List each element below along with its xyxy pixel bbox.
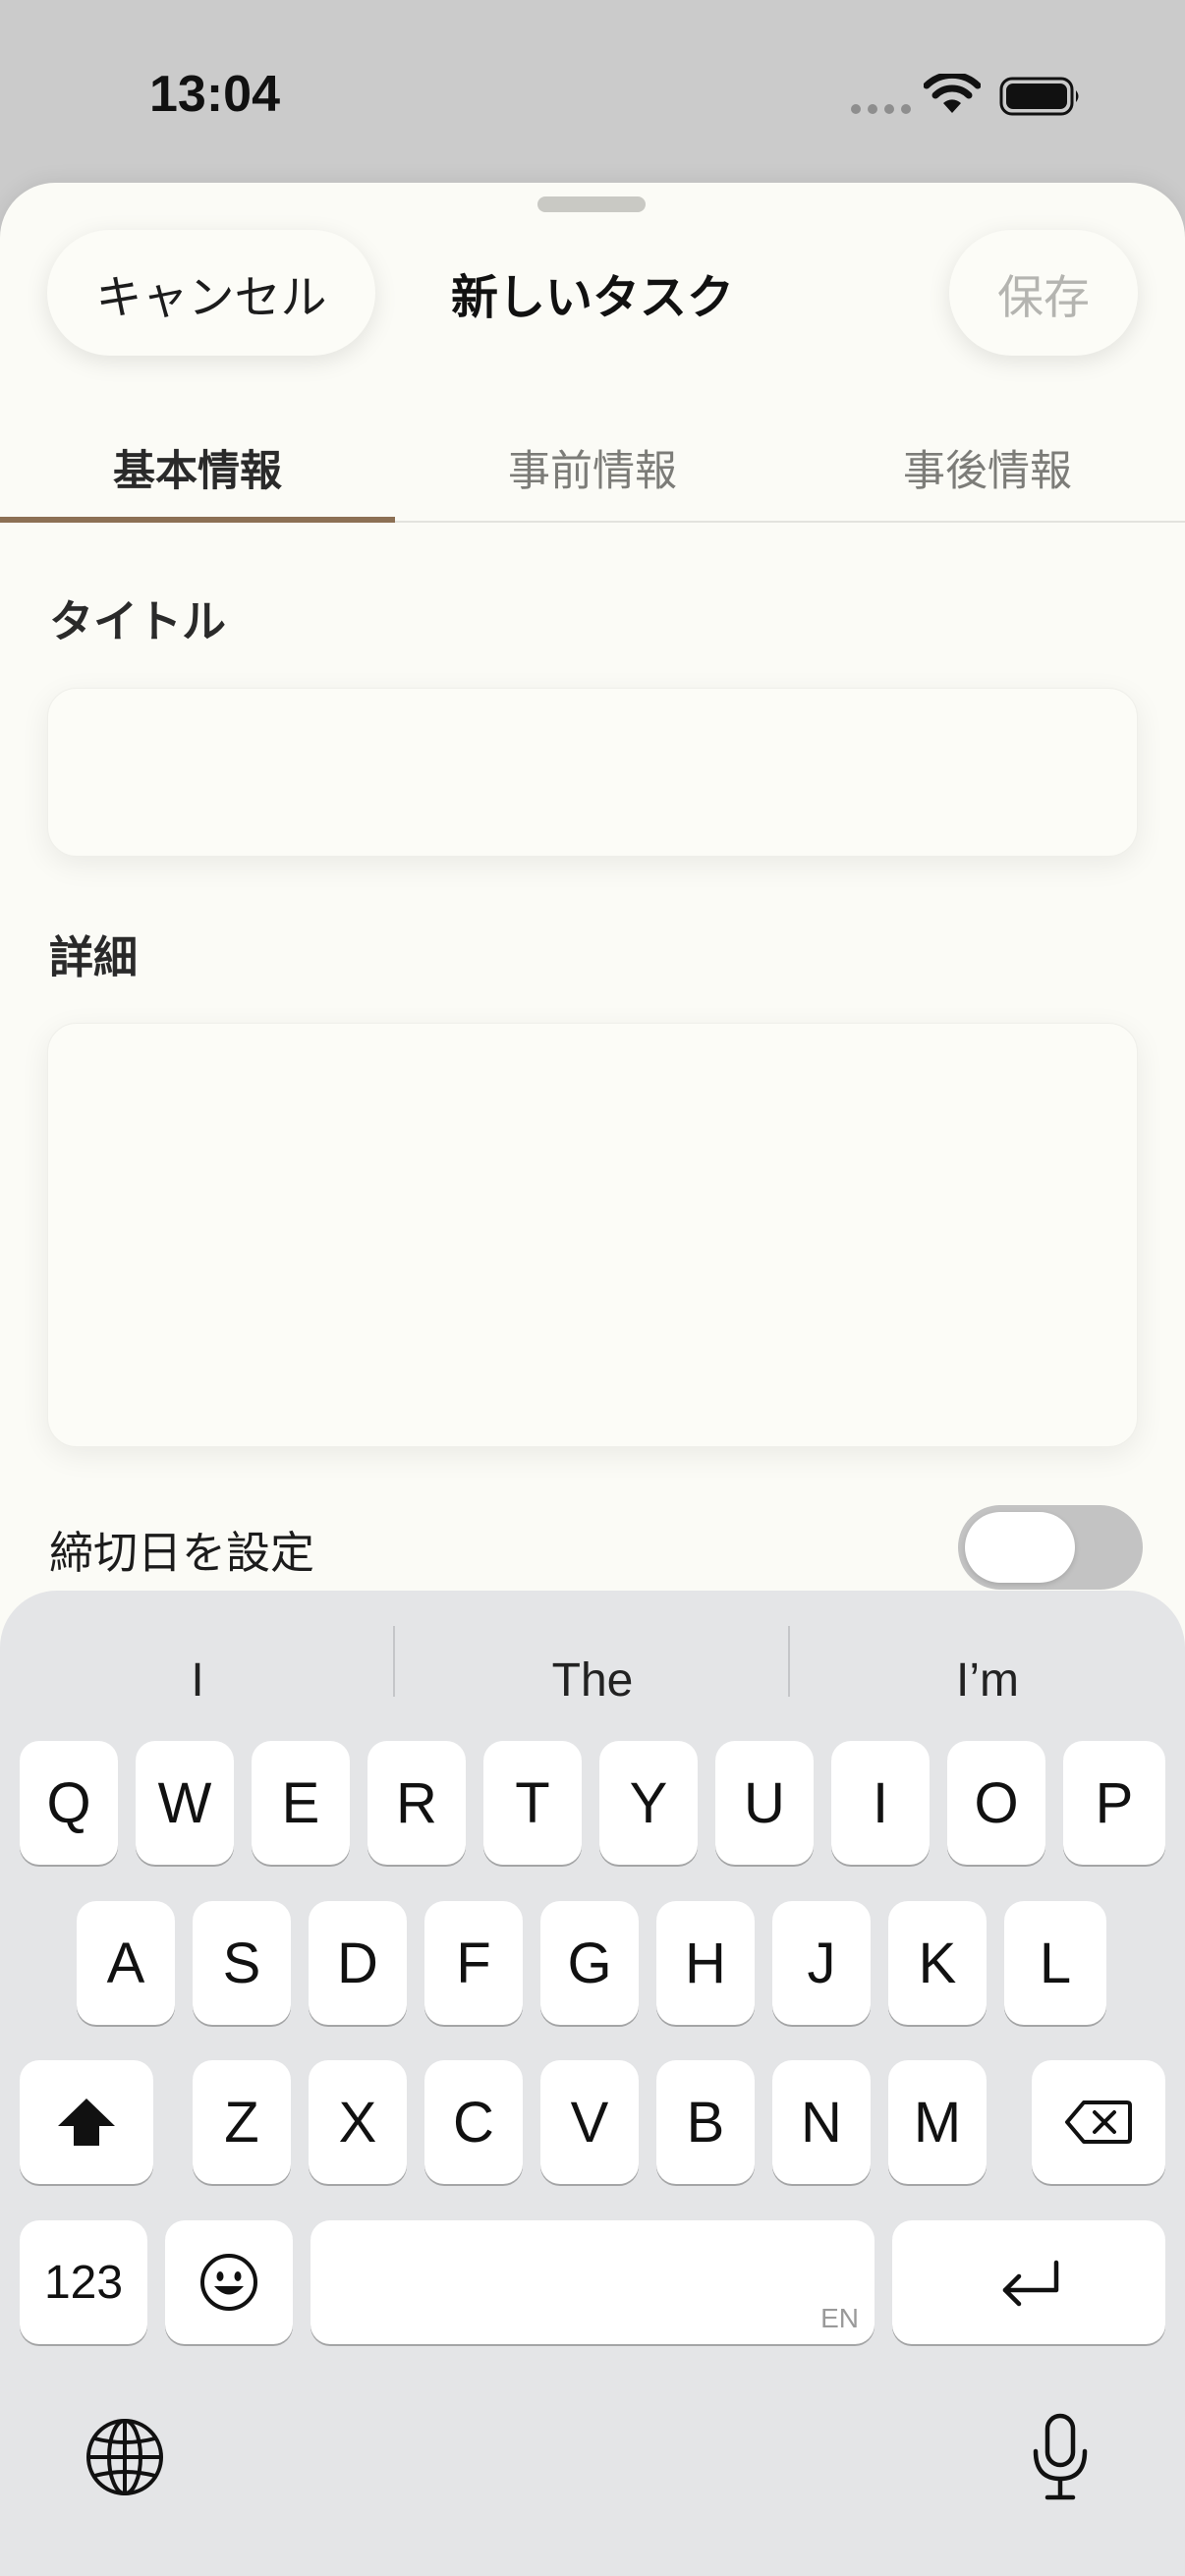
deadline-label: 締切日を設定	[49, 1527, 315, 1579]
numbers-key[interactable]: 123	[20, 2220, 147, 2344]
cellular-dots-icon	[851, 104, 911, 114]
key-h[interactable]: H	[656, 1901, 755, 2025]
status-time: 13:04	[149, 66, 280, 123]
backspace-icon	[1065, 2100, 1132, 2144]
detail-label: 詳細	[49, 931, 139, 983]
key-c[interactable]: C	[424, 2060, 523, 2184]
key-j[interactable]: J	[772, 1901, 871, 2025]
key-e[interactable]: E	[252, 1741, 350, 1865]
key-v[interactable]: V	[540, 2060, 639, 2184]
key-d[interactable]: D	[309, 1901, 407, 2025]
space-key[interactable]: EN	[310, 2220, 875, 2344]
key-k[interactable]: K	[888, 1901, 987, 2025]
backspace-key[interactable]	[1032, 2060, 1165, 2184]
key-t[interactable]: T	[483, 1741, 582, 1865]
return-key[interactable]	[892, 2220, 1165, 2344]
tab-pre-info[interactable]: 事前情報	[395, 415, 790, 521]
shift-icon	[58, 2099, 115, 2146]
wifi-icon	[924, 74, 981, 113]
toggle-knob	[965, 1512, 1075, 1583]
key-a[interactable]: A	[77, 1901, 175, 2025]
shift-key[interactable]	[20, 2060, 153, 2184]
tab-bar: 基本情報 事前情報 事後情報	[0, 415, 1185, 523]
key-m[interactable]: M	[888, 2060, 987, 2184]
sheet-grabber[interactable]	[537, 196, 646, 212]
detail-textarea[interactable]	[47, 1023, 1138, 1447]
suggestion-3[interactable]: I’m	[790, 1626, 1185, 1734]
key-o[interactable]: O	[947, 1741, 1045, 1865]
cancel-button[interactable]: キャンセル	[47, 230, 375, 356]
key-f[interactable]: F	[424, 1901, 523, 2025]
globe-icon[interactable]	[85, 2417, 165, 2497]
key-w[interactable]: W	[136, 1741, 234, 1865]
battery-icon	[999, 77, 1079, 116]
key-n[interactable]: N	[772, 2060, 871, 2184]
tab-indicator	[0, 517, 395, 523]
key-p[interactable]: P	[1063, 1741, 1165, 1865]
key-x[interactable]: X	[309, 2060, 407, 2184]
key-u[interactable]: U	[715, 1741, 814, 1865]
key-b[interactable]: B	[656, 2060, 755, 2184]
key-l[interactable]: L	[1004, 1901, 1106, 2025]
microphone-icon[interactable]	[1028, 2412, 1093, 2502]
suggestion-2[interactable]: The	[395, 1626, 790, 1734]
sheet-title: 新しいタスク	[450, 270, 734, 325]
return-icon	[1002, 2260, 1059, 2307]
emoji-icon	[200, 2254, 257, 2311]
space-language-indicator: EN	[820, 2303, 859, 2333]
emoji-key[interactable]	[165, 2220, 293, 2344]
suggestion-1[interactable]: I	[0, 1626, 395, 1734]
key-s[interactable]: S	[193, 1901, 291, 2025]
key-q[interactable]: Q	[20, 1741, 118, 1865]
key-i[interactable]: I	[831, 1741, 930, 1865]
tab-basic-info[interactable]: 基本情報	[0, 415, 395, 521]
status-bar: 13:04	[0, 0, 1185, 187]
title-input[interactable]	[47, 688, 1138, 857]
save-button[interactable]: 保存	[949, 230, 1138, 356]
title-label: タイトル	[49, 595, 227, 647]
key-y[interactable]: Y	[599, 1741, 698, 1865]
key-r[interactable]: R	[367, 1741, 466, 1865]
tab-post-info[interactable]: 事後情報	[790, 415, 1185, 521]
key-g[interactable]: G	[540, 1901, 639, 2025]
deadline-toggle[interactable]	[958, 1505, 1143, 1590]
key-z[interactable]: Z	[193, 2060, 291, 2184]
